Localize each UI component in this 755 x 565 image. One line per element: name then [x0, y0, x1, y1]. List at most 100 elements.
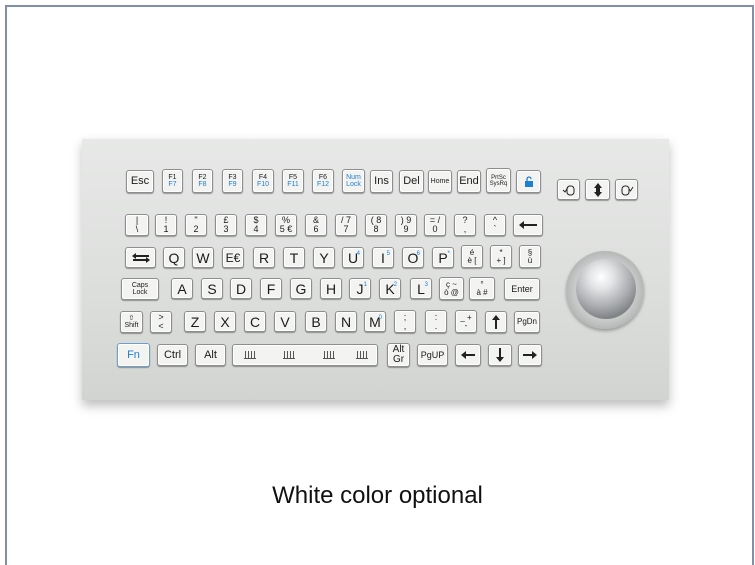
key-esc[interactable]: Esc	[126, 170, 154, 193]
arrow-up-icon	[492, 315, 500, 329]
backspace-arrow-icon	[519, 221, 537, 229]
key-a[interactable]: A	[171, 278, 193, 299]
key-space[interactable]	[232, 344, 378, 366]
key-0[interactable]: = / 0	[424, 214, 446, 236]
key-colon[interactable]: : .	[425, 310, 447, 333]
key-fn[interactable]: Fn	[117, 343, 150, 367]
key-p[interactable]: P *	[432, 247, 454, 268]
key-shift[interactable]: ⇧ Shift	[120, 311, 143, 333]
key-altgr[interactable]: Alt Gr	[387, 343, 410, 367]
key-ins[interactable]: Ins	[370, 170, 393, 193]
key-semicolon[interactable]: ; ,	[394, 310, 416, 333]
key-ctrl[interactable]: Ctrl	[157, 344, 188, 366]
key-backspace[interactable]	[513, 214, 543, 236]
key-arrow-up[interactable]	[485, 311, 507, 333]
key-f[interactable]: F	[260, 278, 282, 299]
trackball[interactable]	[576, 259, 636, 319]
key-q[interactable]: Q	[163, 247, 185, 268]
key-8[interactable]: ( 8 8	[365, 214, 387, 236]
key-f5-label: F5	[288, 174, 298, 181]
key-f6[interactable]: F6 F12	[312, 169, 334, 193]
key-f1-label: F1	[168, 174, 177, 181]
key-1[interactable]: ! 1	[155, 214, 177, 236]
key-j-label: J	[356, 280, 364, 297]
key-r[interactable]: R	[253, 247, 275, 268]
key-prtsc[interactable]: PrtSc SysRq	[486, 168, 511, 193]
key-ccedil[interactable]: ç ~ ò @	[439, 277, 464, 300]
key-n[interactable]: N	[335, 311, 357, 332]
key-f5[interactable]: F5 F11	[282, 169, 304, 193]
key-pgup[interactable]: PgUP	[417, 344, 448, 366]
mouse-right-button[interactable]	[615, 179, 638, 200]
key-p-numpad: *	[447, 251, 450, 257]
key-f3[interactable]: F3 F9	[222, 169, 243, 193]
key-9[interactable]: ) 9 9	[395, 214, 417, 236]
key-pgdn[interactable]: PgDn	[514, 311, 540, 333]
lock-icon	[524, 176, 533, 187]
key-arrow-left[interactable]	[455, 344, 481, 366]
mouse-left-click-icon	[562, 185, 574, 195]
key-star[interactable]: * + ]	[490, 245, 512, 268]
key-2[interactable]: " 2	[185, 214, 207, 236]
key-arrow-right[interactable]	[518, 344, 542, 366]
key-eacute[interactable]: é è [	[461, 245, 483, 268]
key-k-numpad: 2	[393, 282, 397, 288]
key-j[interactable]: J1	[349, 278, 371, 299]
key-l[interactable]: L3	[410, 278, 432, 299]
key-alt[interactable]: Alt	[195, 344, 226, 366]
key-del[interactable]: Del	[399, 170, 424, 193]
key-minus[interactable]: _ + -	[455, 310, 477, 333]
key-end[interactable]: End	[457, 170, 481, 193]
key-f7-label: F7	[168, 181, 177, 188]
key-z[interactable]: Z	[184, 311, 206, 332]
key-para[interactable]: § ù	[519, 245, 541, 268]
key-y[interactable]: Y	[313, 247, 335, 268]
key-t[interactable]: T	[283, 247, 305, 268]
key-enter[interactable]: Enter	[504, 278, 540, 300]
key-f4[interactable]: F4 F10	[252, 169, 274, 193]
key-question[interactable]: ? ,	[454, 214, 476, 236]
key-4[interactable]: $ 4	[245, 214, 267, 236]
key-f6-label: F6	[318, 174, 328, 181]
key-lock[interactable]	[516, 170, 541, 193]
key-pipe[interactable]: | \	[125, 214, 149, 236]
key-f2[interactable]: F2 F8	[192, 169, 213, 193]
key-s[interactable]: S	[201, 278, 223, 299]
key-d[interactable]: D	[230, 278, 252, 299]
key-f2-label: F2	[198, 174, 207, 181]
key-arrow-down[interactable]	[488, 344, 512, 366]
key-6[interactable]: & 6	[305, 214, 327, 236]
key-5[interactable]: % 5 €	[275, 214, 297, 236]
key-b[interactable]: B	[305, 311, 327, 332]
key-k[interactable]: K2	[379, 278, 401, 299]
key-g[interactable]: G	[290, 278, 312, 299]
key-o[interactable]: O6	[402, 247, 424, 268]
key-tab[interactable]	[125, 247, 156, 268]
mouse-left-button[interactable]	[557, 179, 580, 200]
key-i-numpad: 5	[386, 251, 390, 257]
key-w[interactable]: W	[192, 247, 214, 268]
key-7[interactable]: / 7 7	[335, 214, 357, 236]
key-3[interactable]: £ 3	[215, 214, 237, 236]
key-u[interactable]: U4	[342, 247, 364, 268]
key-numlock[interactable]: Num Lock	[342, 169, 365, 193]
key-f10-label: F10	[256, 181, 270, 188]
key-caret[interactable]: ^ `	[484, 214, 506, 236]
key-i[interactable]: I5	[372, 247, 394, 268]
arrow-down-icon	[496, 348, 504, 362]
key-less[interactable]: > <	[150, 311, 172, 333]
key-capslock[interactable]: Caps Lock	[121, 278, 159, 300]
key-degree[interactable]: ° à #	[469, 277, 495, 300]
key-x[interactable]: X	[214, 311, 236, 332]
caption-text: White color optional	[272, 482, 483, 509]
key-v[interactable]: V	[274, 311, 296, 332]
key-h[interactable]: H	[320, 278, 342, 299]
key-home[interactable]: Home	[428, 170, 452, 193]
key-m[interactable]: M0	[364, 311, 386, 332]
key-f11-label: F11	[287, 181, 299, 188]
key-e[interactable]: E€	[222, 247, 244, 268]
key-c[interactable]: C	[244, 311, 266, 332]
key-f1[interactable]: F1 F7	[162, 169, 183, 193]
key-o-numpad: 6	[416, 251, 420, 257]
mouse-scroll-button[interactable]	[585, 179, 610, 200]
